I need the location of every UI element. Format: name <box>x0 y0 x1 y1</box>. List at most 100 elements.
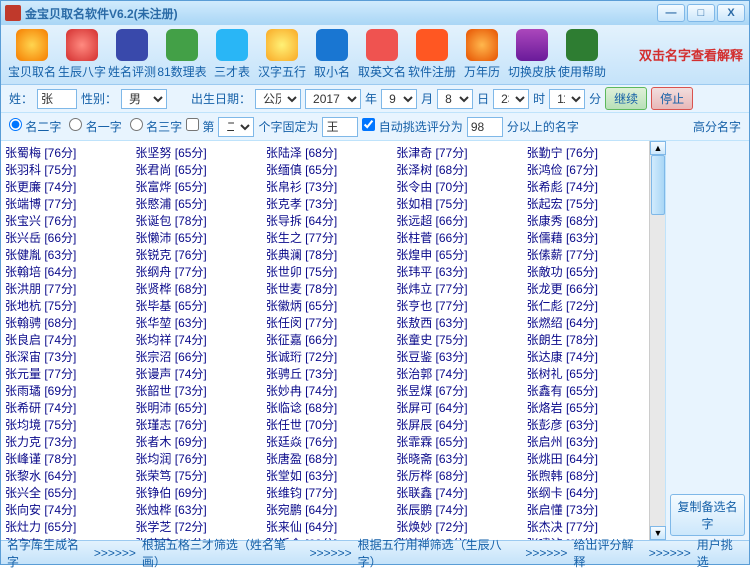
tool-切换皮肤[interactable]: 切换皮肤 <box>507 29 557 80</box>
name-item[interactable]: 张更廉 [74分] <box>5 179 123 196</box>
name-item[interactable]: 张屏可 [64分] <box>396 400 514 417</box>
radio-1char[interactable]: 名一字 <box>69 118 121 135</box>
month-select[interactable]: 9 <box>381 89 417 109</box>
name-item[interactable]: 张宗沼 [66分] <box>135 349 253 366</box>
radio-3char-input[interactable] <box>130 118 143 131</box>
tool-取英文名[interactable]: 取英文名 <box>357 29 407 80</box>
tool-汉字五行[interactable]: 汉字五行 <box>257 29 307 80</box>
name-item[interactable]: 张唐盈 [68分] <box>266 451 384 468</box>
name-item[interactable]: 张童史 [75分] <box>396 332 514 349</box>
name-item[interactable]: 张懒沛 [65分] <box>135 230 253 247</box>
name-item[interactable]: 张君尚 [65分] <box>135 162 253 179</box>
name-item[interactable]: 张均境 [75分] <box>5 417 123 434</box>
name-item[interactable]: 张富烨 [65分] <box>135 179 253 196</box>
name-item[interactable]: 张蜀梅 [76分] <box>5 145 123 162</box>
tool-姓名评测[interactable]: 姓名评测 <box>107 29 157 80</box>
name-item[interactable]: 张联鑫 [74分] <box>396 485 514 502</box>
name-item[interactable]: 张华堃 [63分] <box>135 315 253 332</box>
tool-生辰八字[interactable]: 生辰八字 <box>57 29 107 80</box>
name-item[interactable]: 张世麦 [78分] <box>266 281 384 298</box>
name-item[interactable]: 张豆鉴 [63分] <box>396 349 514 366</box>
name-item[interactable]: 张缅傎 [65分] <box>266 162 384 179</box>
name-item[interactable]: 张津奇 [77分] <box>396 145 514 162</box>
name-item[interactable]: 张远超 [66分] <box>396 213 514 230</box>
name-item[interactable]: 张妙冉 [74分] <box>266 383 384 400</box>
name-item[interactable]: 张帛衫 [73分] <box>266 179 384 196</box>
name-item[interactable]: 张者木 [69分] <box>135 434 253 451</box>
name-item[interactable]: 张纲卡 [64分] <box>527 485 645 502</box>
maximize-button[interactable]: □ <box>687 4 715 22</box>
name-item[interactable]: 张宛鹏 [64分] <box>266 502 384 519</box>
name-item[interactable]: 张亨也 [77分] <box>396 298 514 315</box>
name-item[interactable]: 张辰鹏 [74分] <box>396 502 514 519</box>
name-item[interactable]: 张达康 [74分] <box>527 349 645 366</box>
name-item[interactable]: 张启州 [63分] <box>527 434 645 451</box>
name-item[interactable]: 张均润 [76分] <box>135 451 253 468</box>
name-item[interactable]: 张均祥 [74分] <box>135 332 253 349</box>
name-item[interactable]: 张明沛 [65分] <box>135 400 253 417</box>
minute-select[interactable]: 11 <box>549 89 585 109</box>
tool-三才表[interactable]: 三才表 <box>207 29 257 80</box>
check-auto[interactable]: 自动挑选评分为 <box>362 118 462 135</box>
name-item[interactable]: 张健胤 [63分] <box>5 247 123 264</box>
name-item[interactable]: 张烑田 [64分] <box>527 451 645 468</box>
name-item[interactable]: 张典澜 [78分] <box>266 247 384 264</box>
name-item[interactable]: 张深宙 [73分] <box>5 349 123 366</box>
name-item[interactable]: 张杰决 [77分] <box>527 519 645 536</box>
gender-select[interactable]: 男 <box>121 89 167 109</box>
radio-3char[interactable]: 名三字 <box>130 118 182 135</box>
name-item[interactable]: 张力克 [73分] <box>5 434 123 451</box>
check-auto-input[interactable] <box>362 118 375 131</box>
name-item[interactable]: 张翰骋 [68分] <box>5 315 123 332</box>
name-item[interactable]: 张黎水 [64分] <box>5 468 123 485</box>
name-item[interactable]: 张任世 [70分] <box>266 417 384 434</box>
name-item[interactable]: 张灶力 [65分] <box>5 519 123 536</box>
name-item[interactable]: 张希彪 [74分] <box>527 179 645 196</box>
name-item[interactable]: 张厉桦 [68分] <box>396 468 514 485</box>
name-item[interactable]: 张龙更 [66分] <box>527 281 645 298</box>
name-item[interactable]: 张鸿俭 [67分] <box>527 162 645 179</box>
copy-button[interactable]: 复制备选名字 <box>670 494 745 536</box>
minimize-button[interactable]: — <box>657 4 685 22</box>
name-item[interactable]: 张铮伯 [69分] <box>135 485 253 502</box>
pos-select[interactable]: 二 <box>218 117 254 137</box>
name-item[interactable]: 张廷焱 [76分] <box>266 434 384 451</box>
name-item[interactable]: 张骋丘 [73分] <box>266 366 384 383</box>
name-item[interactable]: 张儒藉 [63分] <box>527 230 645 247</box>
name-item[interactable]: 张鑫有 [65分] <box>527 383 645 400</box>
name-item[interactable]: 张锐克 [76分] <box>135 247 253 264</box>
name-item[interactable]: 张端博 [77分] <box>5 196 123 213</box>
name-item[interactable]: 张任闵 [77分] <box>266 315 384 332</box>
name-item[interactable]: 张地杭 [75分] <box>5 298 123 315</box>
name-item[interactable]: 张征嘉 [66分] <box>266 332 384 349</box>
name-item[interactable]: 张徽炳 [65分] <box>266 298 384 315</box>
tool-81数理表[interactable]: 81数理表 <box>157 29 207 80</box>
name-item[interactable]: 张贤桦 [68分] <box>135 281 253 298</box>
name-item[interactable]: 张兴全 [65分] <box>5 485 123 502</box>
name-item[interactable]: 张煦韩 [68分] <box>527 468 645 485</box>
radio-2char[interactable]: 名二字 <box>9 118 61 135</box>
name-item[interactable]: 张诚珩 [72分] <box>266 349 384 366</box>
name-item[interactable]: 张治郭 [74分] <box>396 366 514 383</box>
high-score-label[interactable]: 高分名字 <box>693 118 741 135</box>
name-item[interactable]: 张屏辰 [64分] <box>396 417 514 434</box>
tool-取小名[interactable]: 取小名 <box>307 29 357 80</box>
tool-软件注册[interactable]: 软件注册 <box>407 29 457 80</box>
name-item[interactable]: 张玮平 [63分] <box>396 264 514 281</box>
name-item[interactable]: 张学芝 [72分] <box>135 519 253 536</box>
name-item[interactable]: 张树礼 [65分] <box>527 366 645 383</box>
calendar-select[interactable]: 公历 <box>255 89 301 109</box>
name-item[interactable]: 张良启 [74分] <box>5 332 123 349</box>
name-item[interactable]: 张维钧 [77分] <box>266 485 384 502</box>
year-select[interactable]: 2017 <box>305 89 361 109</box>
name-item[interactable]: 张生之 [77分] <box>266 230 384 247</box>
name-item[interactable]: 张敵功 [65分] <box>527 264 645 281</box>
name-item[interactable]: 张谩声 [74分] <box>135 366 253 383</box>
name-item[interactable]: 张瑾志 [76分] <box>135 417 253 434</box>
name-item[interactable]: 张世卯 [75分] <box>266 264 384 281</box>
name-item[interactable]: 张如相 [75分] <box>396 196 514 213</box>
check-pos[interactable]: 第 <box>186 118 214 135</box>
name-item[interactable]: 张克孝 [73分] <box>266 196 384 213</box>
name-item[interactable]: 张峰谨 [78分] <box>5 451 123 468</box>
hour-select[interactable]: 23 <box>493 89 529 109</box>
